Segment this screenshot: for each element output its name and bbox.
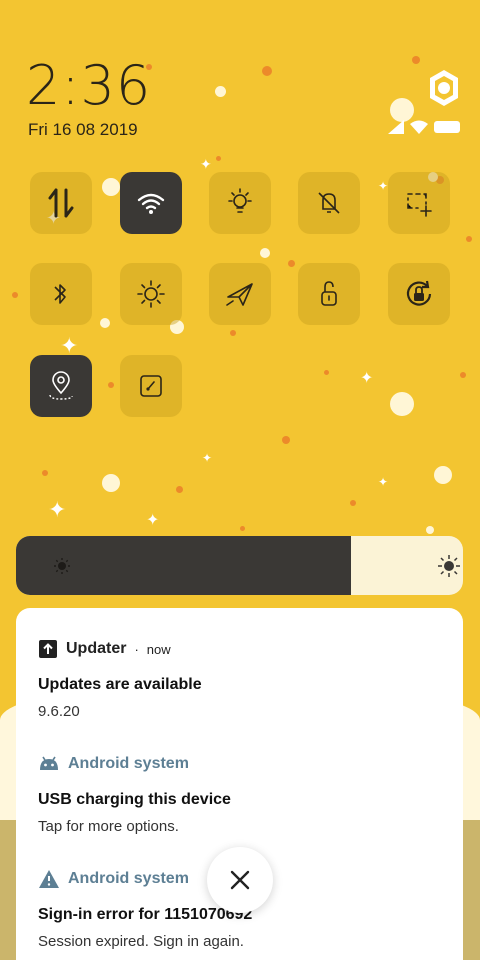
brightness-low-icon	[54, 558, 70, 574]
brightness-high-icon	[438, 555, 460, 577]
notification-app-name: Android system	[68, 755, 189, 772]
screen-recorder-icon	[140, 375, 162, 397]
notification-header: Updater · now	[38, 638, 438, 660]
tile-mobile-data[interactable]	[30, 172, 92, 234]
airplane-mode-icon	[226, 283, 253, 306]
sound-off-icon	[318, 192, 340, 214]
notification-usb-charging[interactable]: Android system USB charging this device …	[38, 753, 438, 835]
notification-text: 9.6.20	[38, 703, 80, 720]
android-icon	[40, 756, 58, 770]
clock[interactable]: 2:36	[26, 54, 151, 117]
battery-icon	[434, 121, 460, 133]
tile-rotation-lock[interactable]	[388, 263, 450, 325]
auto-brightness-icon	[137, 280, 165, 308]
tile-screen-recorder[interactable]	[120, 355, 182, 417]
tile-bluetooth[interactable]	[30, 263, 92, 325]
notification-app-name: Android system	[68, 870, 189, 887]
signal-icon	[388, 120, 404, 134]
bluetooth-icon	[54, 284, 66, 304]
brightness-slider[interactable]	[16, 536, 463, 595]
notification-title: USB charging this device	[38, 791, 231, 808]
notification-title: Updates are available	[38, 676, 202, 693]
tile-airplane[interactable]	[209, 263, 271, 325]
rotation-lock-icon	[406, 280, 432, 306]
tile-auto-brightness[interactable]	[120, 263, 182, 325]
notification-updater[interactable]: Updater · now Updates are available 9.6.…	[38, 638, 438, 720]
notification-text: Tap for more options.	[38, 818, 179, 835]
flashlight-icon	[228, 188, 252, 213]
wifi-icon	[137, 193, 165, 214]
notification-time: now	[146, 641, 171, 657]
tile-location[interactable]	[30, 355, 92, 417]
location-icon	[49, 371, 73, 400]
tile-screenshot[interactable]	[388, 172, 450, 234]
notification-app-name: Updater	[66, 640, 127, 657]
updater-arrow-icon	[39, 640, 57, 658]
status-icons	[388, 120, 460, 134]
tile-sound[interactable]	[298, 172, 360, 234]
tile-unlock[interactable]	[298, 263, 360, 325]
date[interactable]: Fri 16 08 2019	[28, 120, 138, 140]
wifi-status-icon	[410, 120, 428, 134]
screenshot-icon	[407, 193, 432, 217]
warning-icon	[39, 870, 59, 888]
tile-flashlight[interactable]	[209, 172, 271, 234]
notification-header: Android system	[38, 753, 438, 775]
notification-text: Session expired. Sign in again.	[38, 933, 244, 950]
close-icon	[230, 870, 250, 890]
mobile-data-icon	[48, 188, 74, 218]
unlock-icon	[321, 281, 337, 306]
settings-gear-icon[interactable]	[424, 68, 464, 108]
clear-all-button[interactable]	[207, 847, 273, 913]
notification-separator: ·	[134, 641, 139, 657]
tile-wifi[interactable]	[120, 172, 182, 234]
